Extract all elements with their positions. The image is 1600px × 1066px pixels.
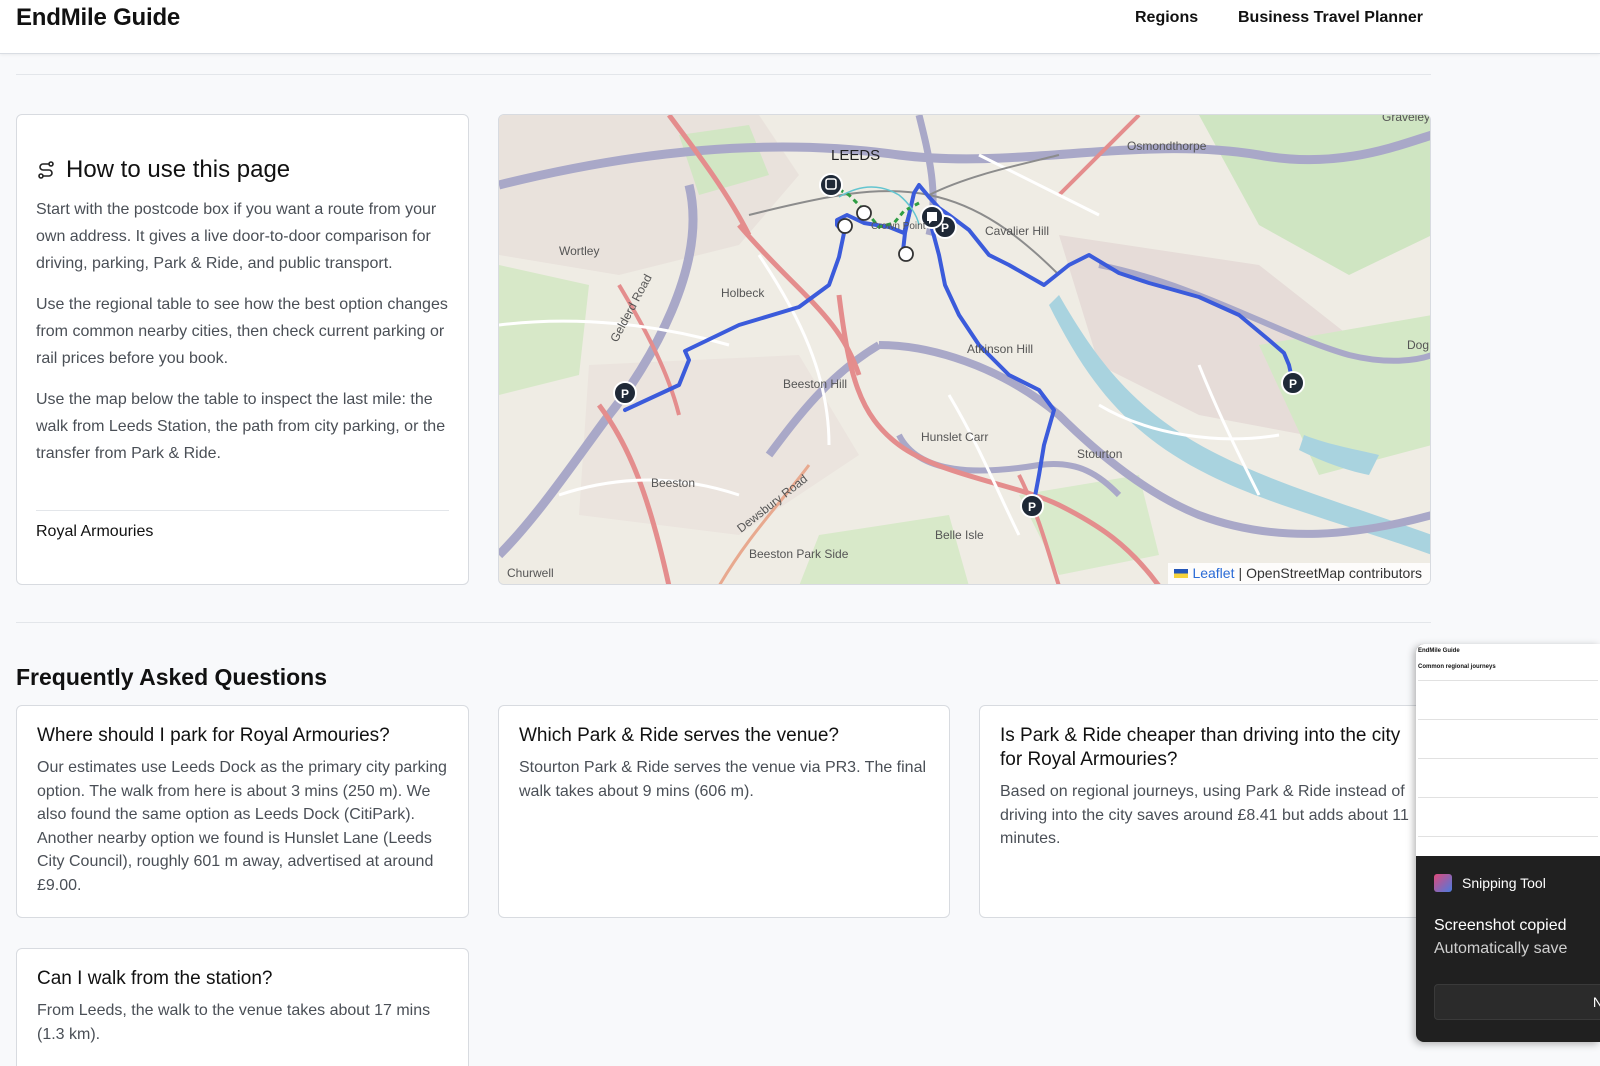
- how-to-paragraph: Use the map below the table to inspect t…: [36, 391, 446, 462]
- leaflet-link[interactable]: Leaflet: [1192, 565, 1234, 581]
- map-label-dog: Dog: [1407, 338, 1429, 352]
- svg-text:P: P: [621, 387, 629, 401]
- section-divider: [16, 74, 1431, 75]
- route-icon: [38, 161, 54, 179]
- map-label-stourton: Stourton: [1077, 447, 1122, 461]
- notification-subtext: Automatically save: [1434, 940, 1568, 957]
- section-divider: [16, 622, 1431, 623]
- site-header: EndMile Guide Regions Business Travel Pl…: [0, 0, 1600, 54]
- brand-logo[interactable]: EndMile Guide: [16, 4, 180, 32]
- how-to-body: Start with the postcode box if you want …: [36, 196, 451, 481]
- faq-card: Which Park & Ride serves the venue? Stou…: [498, 705, 950, 918]
- station-marker[interactable]: [819, 173, 843, 197]
- map-label-wortley: Wortley: [559, 244, 599, 258]
- map-label-beeston-hill: Beeston Hill: [783, 377, 847, 391]
- snipping-tool-icon: [1434, 874, 1452, 892]
- faq-question: Is Park & Ride cheaper than driving into…: [1000, 725, 1401, 770]
- map-label-osmondthorpe: Osmondthorpe: [1127, 139, 1207, 153]
- map-label-crown-point: Crown Point: [871, 221, 926, 232]
- faq-card: Where should I park for Royal Armouries?…: [16, 705, 469, 918]
- parking-marker[interactable]: P: [1020, 494, 1044, 518]
- map-attribution: Leaflet | OpenStreetMap contributors: [1168, 563, 1430, 584]
- faq-heading: Frequently Asked Questions: [16, 664, 327, 690]
- faq-question: Which Park & Ride serves the venue?: [519, 725, 839, 746]
- svg-text:P: P: [1028, 500, 1036, 514]
- faq-answer: From Leeds, the walk to the venue takes …: [37, 1002, 431, 1043]
- map-canvas[interactable]: P P P P LEEDS Osmondthorpe Graveley Cava…: [499, 115, 1431, 585]
- how-to-separator: [36, 510, 449, 511]
- venue-name: Royal Armouries: [36, 523, 154, 540]
- screenshot-thumbnail[interactable]: EndMile Guide Common regional journeys: [1416, 644, 1600, 856]
- snipping-tool-notification[interactable]: EndMile Guide Common regional journeys S…: [1416, 644, 1600, 1042]
- snipping-app-label: Snipping Tool: [1434, 874, 1546, 892]
- faq-answer: Based on regional journeys, using Park &…: [1000, 783, 1409, 847]
- thumbnail-table: [1418, 680, 1598, 875]
- faq-answer: Stourton Park & Ride serves the venue vi…: [519, 759, 927, 800]
- ukraine-flag-icon: [1174, 568, 1189, 578]
- parking-marker[interactable]: P: [1281, 371, 1305, 395]
- faq-question: Can I walk from the station?: [37, 968, 273, 989]
- map-label-holbeck: Holbeck: [721, 286, 765, 300]
- nav-regions[interactable]: Regions: [1135, 9, 1198, 27]
- map-label-beeston: Beeston: [651, 476, 695, 490]
- notification-message: Screenshot copied: [1434, 917, 1567, 934]
- map-label-hunslet-carr: Hunslet Carr: [921, 430, 988, 444]
- faq-card: Is Park & Ride cheaper than driving into…: [979, 705, 1431, 918]
- map-label-churwell: Churwell: [507, 566, 554, 580]
- faq-card: Can I walk from the station? From Leeds,…: [16, 948, 469, 1066]
- notification-action-button[interactable]: N: [1434, 984, 1600, 1020]
- faq-answer: Our estimates use Leeds Dock as the prim…: [37, 759, 447, 894]
- map-label-cavalier-hill: Cavalier Hill: [985, 224, 1049, 238]
- faq-question: Where should I park for Royal Armouries?: [37, 725, 390, 746]
- how-to-title: How to use this page: [36, 156, 290, 184]
- snipping-app-name: Snipping Tool: [1462, 875, 1546, 891]
- thumbnail-title: EndMile Guide: [1418, 648, 1460, 654]
- how-to-paragraph: Use the regional table to see how the be…: [36, 296, 448, 367]
- how-to-paragraph: Start with the postcode box if you want …: [36, 201, 437, 272]
- how-to-title-text: How to use this page: [66, 156, 291, 183]
- map-label-beeston-park-side: Beeston Park Side: [749, 547, 849, 561]
- attribution-separator: |: [1238, 565, 1243, 581]
- nav-business-travel-planner[interactable]: Business Travel Planner: [1238, 9, 1423, 27]
- parking-marker[interactable]: P: [613, 381, 637, 405]
- map-label-leeds: LEEDS: [831, 147, 880, 164]
- map-label-belle-isle: Belle Isle: [935, 528, 984, 542]
- thumbnail-subtitle: Common regional journeys: [1418, 664, 1496, 670]
- map-label-atkinson: Atkinson Hill: [967, 342, 1033, 356]
- map-label-graveley: Graveley: [1382, 115, 1430, 124]
- route-map[interactable]: P P P P LEEDS Osmondthorpe Graveley Cava…: [498, 114, 1431, 585]
- osm-attribution: OpenStreetMap contributors: [1246, 565, 1422, 581]
- svg-text:P: P: [1289, 377, 1297, 391]
